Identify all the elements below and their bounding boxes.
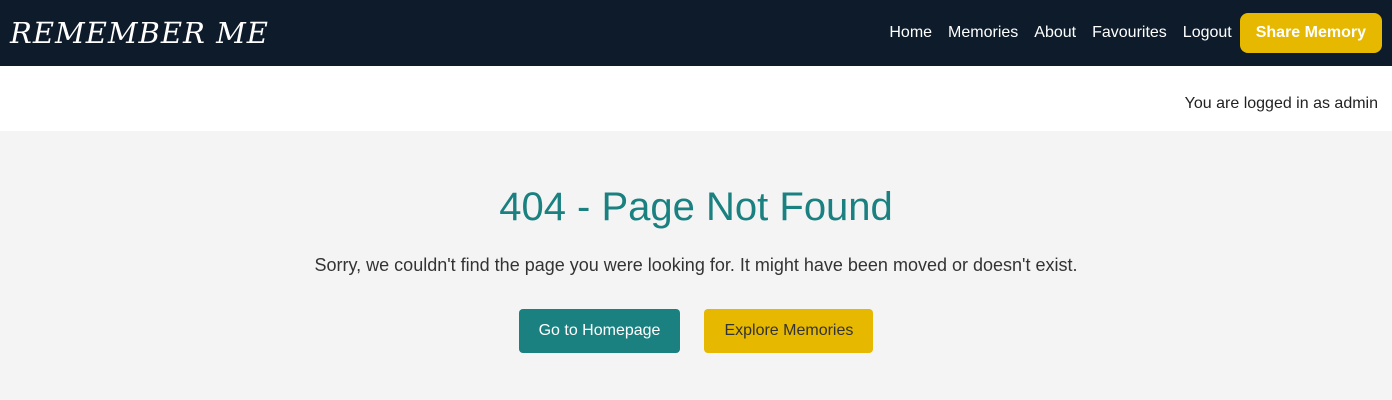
share-memory-button[interactable]: Share Memory — [1239, 13, 1382, 53]
explore-memories-button[interactable]: Explore Memories — [704, 309, 874, 353]
nav-link-favourites[interactable]: Favourites — [1092, 24, 1167, 42]
nav-link-home[interactable]: Home — [889, 24, 932, 42]
error-message: Sorry, we couldn't find the page you wer… — [314, 255, 1078, 275]
nav-link-logout[interactable]: Logout — [1183, 24, 1232, 42]
login-status-bar: You are logged in as admin — [0, 66, 1392, 131]
error-section: 404 - Page Not Found Sorry, we couldn't … — [0, 131, 1392, 400]
nav-link-memories[interactable]: Memories — [948, 24, 1018, 42]
page-title: 404 - Page Not Found — [499, 185, 893, 229]
navbar: REMEMBER ME Home Memories About Favourit… — [0, 0, 1392, 66]
brand-logo[interactable]: REMEMBER ME — [10, 16, 269, 50]
nav-link-about[interactable]: About — [1034, 24, 1076, 42]
error-actions: Go to Homepage Explore Memories — [518, 309, 874, 353]
go-to-homepage-button[interactable]: Go to Homepage — [518, 309, 681, 353]
login-status-text: You are logged in as admin — [1184, 94, 1378, 112]
nav-menu: Home Memories About Favourites Logout Sh… — [889, 13, 1382, 53]
